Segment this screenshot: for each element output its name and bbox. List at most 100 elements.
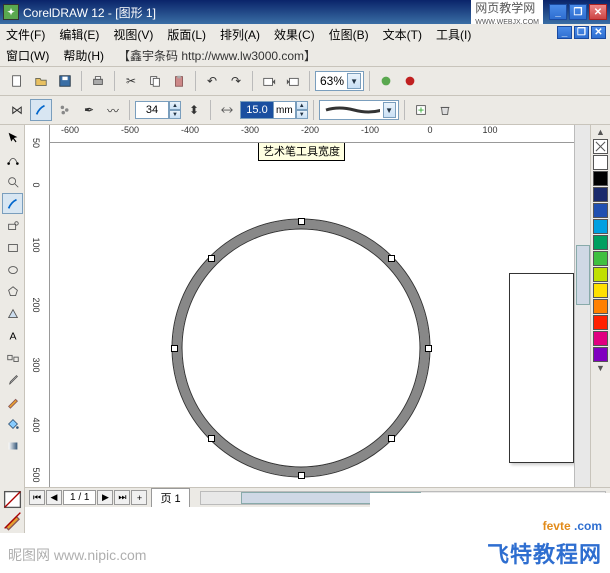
add-page-button[interactable]: + bbox=[131, 490, 147, 505]
no-color-swatch[interactable] bbox=[593, 139, 608, 154]
export-button[interactable] bbox=[282, 70, 304, 92]
outline-tool[interactable] bbox=[2, 391, 23, 412]
menu-bitmap[interactable]: 位图(B) bbox=[329, 26, 369, 43]
color-swatch[interactable] bbox=[593, 155, 608, 170]
delete-stroke-button[interactable] bbox=[434, 99, 456, 121]
copy-button[interactable] bbox=[144, 70, 166, 92]
artistic-media-tool[interactable] bbox=[2, 193, 23, 214]
color-swatch[interactable] bbox=[593, 347, 608, 362]
node-handle[interactable] bbox=[425, 345, 432, 352]
import-button[interactable] bbox=[258, 70, 280, 92]
node-handle[interactable] bbox=[208, 255, 215, 262]
menu-arrange[interactable]: 排列(A) bbox=[220, 26, 260, 43]
property-bar: ⋈ ✒ 〰 ▲▼ ⬍ mm ▲▼ ▼ bbox=[0, 96, 610, 125]
save-stroke-button[interactable] bbox=[410, 99, 432, 121]
menu-file[interactable]: 文件(F) bbox=[6, 26, 45, 43]
prev-page-button[interactable]: ◀ bbox=[46, 490, 62, 505]
blend-tool[interactable] bbox=[2, 347, 23, 368]
tooltip: 艺术笔工具宽度 bbox=[258, 143, 345, 161]
page-navigator: ⏮ ◀ 1 / 1 ▶ ⏭ + bbox=[29, 490, 147, 505]
color-swatch[interactable] bbox=[593, 219, 608, 234]
menu-text[interactable]: 文本(T) bbox=[383, 26, 422, 43]
node-handle[interactable] bbox=[388, 435, 395, 442]
preset-tool-icon[interactable]: ⋈ bbox=[6, 99, 28, 121]
first-page-button[interactable]: ⏮ bbox=[29, 490, 45, 505]
svg-text:A: A bbox=[9, 330, 16, 342]
interactive-fill-tool[interactable] bbox=[2, 435, 23, 456]
print-button[interactable] bbox=[87, 70, 109, 92]
page-edge bbox=[509, 273, 574, 463]
stroke-list-combo[interactable]: ▼ bbox=[319, 100, 399, 120]
new-button[interactable] bbox=[6, 70, 28, 92]
color-swatch[interactable] bbox=[593, 283, 608, 298]
corel-online-button[interactable] bbox=[399, 70, 421, 92]
eyedropper-tool[interactable] bbox=[2, 369, 23, 390]
fill-tool[interactable] bbox=[2, 413, 23, 434]
menu-window[interactable]: 窗口(W) bbox=[6, 47, 49, 64]
drawing-canvas[interactable]: 艺术笔工具宽度 bbox=[50, 143, 574, 487]
artistic-media-width-spin[interactable]: mm ▲▼ bbox=[240, 100, 308, 120]
close-button[interactable]: ✕ bbox=[589, 4, 607, 20]
next-page-button[interactable]: ▶ bbox=[97, 490, 113, 505]
maximize-button[interactable]: ❐ bbox=[569, 4, 587, 20]
palette-up-arrow[interactable]: ▲ bbox=[596, 127, 605, 139]
toolbox: A bbox=[0, 125, 25, 487]
no-fill-icon[interactable] bbox=[2, 489, 23, 510]
palette-down-arrow[interactable]: ▼ bbox=[596, 363, 605, 375]
paste-button[interactable] bbox=[168, 70, 190, 92]
menu-layout[interactable]: 版面(L) bbox=[167, 26, 206, 43]
menu-effects[interactable]: 效果(C) bbox=[274, 26, 315, 43]
doc-minimize-button[interactable]: _ bbox=[557, 26, 572, 39]
basic-shapes-tool[interactable] bbox=[2, 303, 23, 324]
node-handle[interactable] bbox=[208, 435, 215, 442]
pick-tool[interactable] bbox=[2, 127, 23, 148]
node-handle[interactable] bbox=[298, 472, 305, 479]
color-swatch[interactable] bbox=[593, 331, 608, 346]
color-swatch[interactable] bbox=[593, 171, 608, 186]
calligraphic-tool-icon[interactable]: ✒ bbox=[78, 99, 100, 121]
node-handle[interactable] bbox=[388, 255, 395, 262]
color-swatch[interactable] bbox=[593, 203, 608, 218]
color-swatch[interactable] bbox=[593, 267, 608, 282]
smoothing-icon: ⬍ bbox=[183, 99, 205, 121]
watermark-tag: 网页教学网WWW.WEBJX.COM bbox=[471, 0, 543, 27]
sprayer-tool-icon[interactable] bbox=[54, 99, 76, 121]
color-swatch[interactable] bbox=[593, 299, 608, 314]
open-button[interactable] bbox=[30, 70, 52, 92]
ellipse-tool[interactable] bbox=[2, 259, 23, 280]
menu-edit[interactable]: 编辑(E) bbox=[59, 26, 99, 43]
doc-restore-button[interactable]: ❐ bbox=[574, 26, 589, 39]
zoom-tool[interactable] bbox=[2, 171, 23, 192]
no-outline-icon[interactable] bbox=[2, 510, 23, 531]
app-launcher-button[interactable] bbox=[375, 70, 397, 92]
polygon-tool[interactable] bbox=[2, 281, 23, 302]
redo-button[interactable]: ↷ bbox=[225, 70, 247, 92]
save-button[interactable] bbox=[54, 70, 76, 92]
color-swatch[interactable] bbox=[593, 315, 608, 330]
cut-button[interactable]: ✂ bbox=[120, 70, 142, 92]
doc-close-button[interactable]: ✕ bbox=[591, 26, 606, 39]
node-handle[interactable] bbox=[298, 218, 305, 225]
brush-tool-icon[interactable] bbox=[30, 99, 52, 121]
shape-tool[interactable] bbox=[2, 149, 23, 170]
pressure-tool-icon[interactable]: 〰 bbox=[102, 99, 124, 121]
zoom-combo[interactable]: 63%▼ bbox=[315, 71, 364, 91]
undo-button[interactable]: ↶ bbox=[201, 70, 223, 92]
page-tab[interactable]: 页 1 bbox=[151, 488, 189, 507]
vertical-scrollbar[interactable] bbox=[574, 125, 590, 487]
menu-help[interactable]: 帮助(H) bbox=[63, 47, 104, 64]
freehand-smoothing-spin[interactable]: ▲▼ bbox=[135, 100, 181, 120]
last-page-button[interactable]: ⏭ bbox=[114, 490, 130, 505]
color-swatch[interactable] bbox=[593, 235, 608, 250]
text-tool[interactable]: A bbox=[2, 325, 23, 346]
color-swatch[interactable] bbox=[593, 251, 608, 266]
window-title: CorelDRAW 12 - [图形 1] bbox=[23, 4, 471, 21]
menu-view[interactable]: 视图(V) bbox=[113, 26, 153, 43]
node-handle[interactable] bbox=[171, 345, 178, 352]
color-palette: ▲ ▼ bbox=[590, 125, 610, 487]
rectangle-tool[interactable] bbox=[2, 237, 23, 258]
minimize-button[interactable]: _ bbox=[549, 4, 567, 20]
color-swatch[interactable] bbox=[593, 187, 608, 202]
menu-tools[interactable]: 工具(I) bbox=[436, 26, 471, 43]
smart-draw-tool[interactable] bbox=[2, 215, 23, 236]
